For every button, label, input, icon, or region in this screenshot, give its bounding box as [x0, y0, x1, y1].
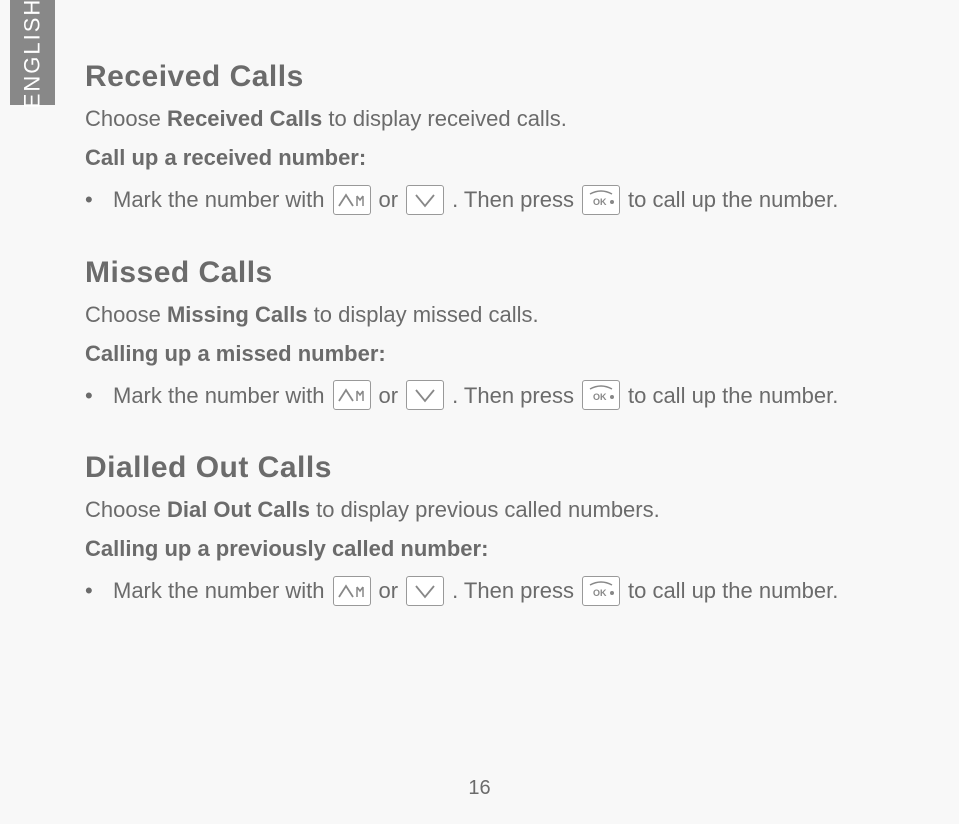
- section-received: Received Calls Choose Received Calls to …: [85, 60, 899, 220]
- language-tab: ENGLISH: [10, 0, 55, 105]
- down-icon: [406, 185, 444, 215]
- down-icon: [406, 576, 444, 606]
- ok-icon: OK: [582, 576, 620, 606]
- bullet-missed: Mark the number with or . Then press OK: [113, 376, 899, 416]
- callup-received: Call up a received number:: [85, 141, 899, 174]
- bullet-dialled: Mark the number with or . Then press OK: [113, 571, 899, 611]
- heading-received: Received Calls: [85, 60, 899, 94]
- svg-text:OK: OK: [593, 588, 607, 598]
- language-label: ENGLISH: [20, 0, 46, 108]
- up-m-icon: [333, 380, 371, 410]
- ok-icon: OK: [582, 185, 620, 215]
- choose-missed: Choose Missing Calls to display missed c…: [85, 298, 899, 331]
- up-m-icon: [333, 185, 371, 215]
- svg-text:OK: OK: [593, 392, 607, 402]
- heading-missed: Missed Calls: [85, 256, 899, 290]
- choose-received: Choose Received Calls to display receive…: [85, 102, 899, 135]
- choose-dialled: Choose Dial Out Calls to display previou…: [85, 493, 899, 526]
- down-icon: [406, 380, 444, 410]
- main-content: Received Calls Choose Received Calls to …: [85, 60, 899, 647]
- bullet-received: Mark the number with or . Then press OK: [113, 180, 899, 220]
- section-dialled: Dialled Out Calls Choose Dial Out Calls …: [85, 451, 899, 611]
- callup-dialled: Calling up a previously called number:: [85, 532, 899, 565]
- callup-missed: Calling up a missed number:: [85, 337, 899, 370]
- svg-text:OK: OK: [593, 197, 607, 207]
- ok-icon: OK: [582, 380, 620, 410]
- heading-dialled: Dialled Out Calls: [85, 451, 899, 485]
- section-missed: Missed Calls Choose Missing Calls to dis…: [85, 256, 899, 416]
- up-m-icon: [333, 576, 371, 606]
- page-number: 16: [0, 777, 959, 800]
